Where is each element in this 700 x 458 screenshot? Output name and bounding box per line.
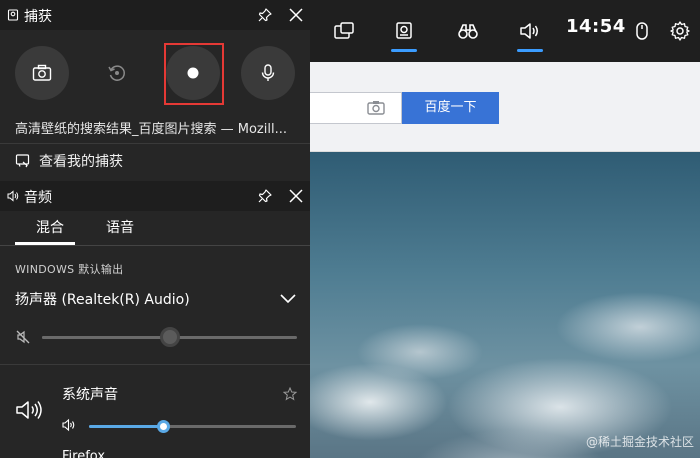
audio-widget: 音频 混合 语音 WINDOWS 默认输出 扬声器 (Realtek(R) Au… [0, 181, 310, 458]
mouse-button[interactable] [630, 8, 654, 54]
camera-search-icon[interactable] [366, 98, 386, 118]
master-volume-fill [42, 336, 170, 339]
app-name-system-sounds: 系统声音 [62, 387, 118, 403]
replay-icon [108, 65, 125, 81]
system-sounds-icon [16, 401, 42, 419]
widget-menu-icon [334, 22, 354, 39]
capture-title: 捕获 [24, 9, 52, 25]
browser-search-input[interactable] [310, 92, 402, 124]
clock: 14:54 [566, 16, 626, 37]
record-last-30s-button[interactable] [90, 46, 144, 100]
master-volume-thumb[interactable] [159, 327, 180, 347]
close-icon[interactable] [287, 187, 305, 205]
close-icon[interactable] [287, 6, 305, 24]
record-highlight-box [164, 43, 224, 105]
star-icon[interactable] [283, 387, 297, 401]
view-my-captures-label: 查看我的捕获 [39, 154, 123, 170]
app-volume-fill [89, 425, 164, 428]
capture-target-caption: 高清壁纸的搜索结果_百度图片搜索 — Mozill... [15, 122, 287, 137]
widget-menu-button[interactable] [324, 8, 364, 54]
settings-button[interactable] [666, 8, 694, 54]
speaker-muted-icon[interactable] [15, 329, 31, 345]
divider [0, 143, 310, 144]
capture-small-icon [7, 9, 19, 21]
speaker-icon[interactable] [62, 418, 76, 432]
tab-voice[interactable]: 语音 [106, 217, 134, 237]
capture-active-indicator [391, 49, 417, 52]
divider [0, 364, 310, 365]
game-bar-top: 14:54 [310, 0, 700, 62]
audio-title: 音频 [24, 190, 52, 206]
pin-icon[interactable] [257, 188, 273, 204]
chevron-down-icon[interactable] [279, 292, 297, 306]
camera-icon [32, 64, 52, 81]
browser-toolbar: 百度一下 [310, 62, 700, 152]
gallery-icon [15, 154, 30, 168]
baidu-search-button[interactable]: 百度一下 [402, 92, 499, 124]
microphone-button[interactable] [241, 46, 295, 100]
binoculars-button[interactable] [446, 8, 490, 54]
background-browser: 百度一下 @稀土掘金技术社区 [310, 62, 700, 458]
capture-toggle-button[interactable] [382, 8, 426, 54]
default-output-label: WINDOWS 默认输出 [15, 263, 124, 276]
binoculars-icon [458, 24, 478, 39]
audio-active-indicator [517, 49, 543, 52]
view-my-captures-link[interactable]: 查看我的捕获 [15, 150, 123, 172]
screenshot-button[interactable] [15, 46, 69, 100]
tab-mix[interactable]: 混合 [36, 217, 64, 237]
pin-icon[interactable] [257, 7, 273, 23]
gear-icon [670, 21, 690, 41]
wallpaper-image [310, 152, 700, 458]
capture-widget: 捕获 高清壁纸的搜索结果_百度图片搜索 — Mozill... 查看我的捕获 [0, 0, 310, 181]
app-name-next: Firefox [62, 449, 106, 458]
capture-icon [396, 22, 412, 39]
output-device-select[interactable]: 扬声器 (Realtek(R) Audio) [15, 289, 190, 309]
microphone-icon [261, 64, 275, 81]
watermark: @稀土掘金技术社区 [585, 435, 694, 449]
app-volume-slider[interactable] [89, 420, 296, 433]
speaker-small-icon [7, 190, 19, 202]
mouse-icon [636, 22, 648, 40]
tabs-divider [0, 245, 310, 246]
audio-icon [520, 23, 538, 39]
audio-toggle-button[interactable] [508, 8, 552, 54]
capture-header[interactable]: 捕获 [0, 0, 310, 30]
master-volume-slider[interactable] [42, 327, 297, 347]
app-volume-thumb[interactable] [157, 420, 171, 433]
audio-header[interactable]: 音频 [0, 181, 310, 211]
